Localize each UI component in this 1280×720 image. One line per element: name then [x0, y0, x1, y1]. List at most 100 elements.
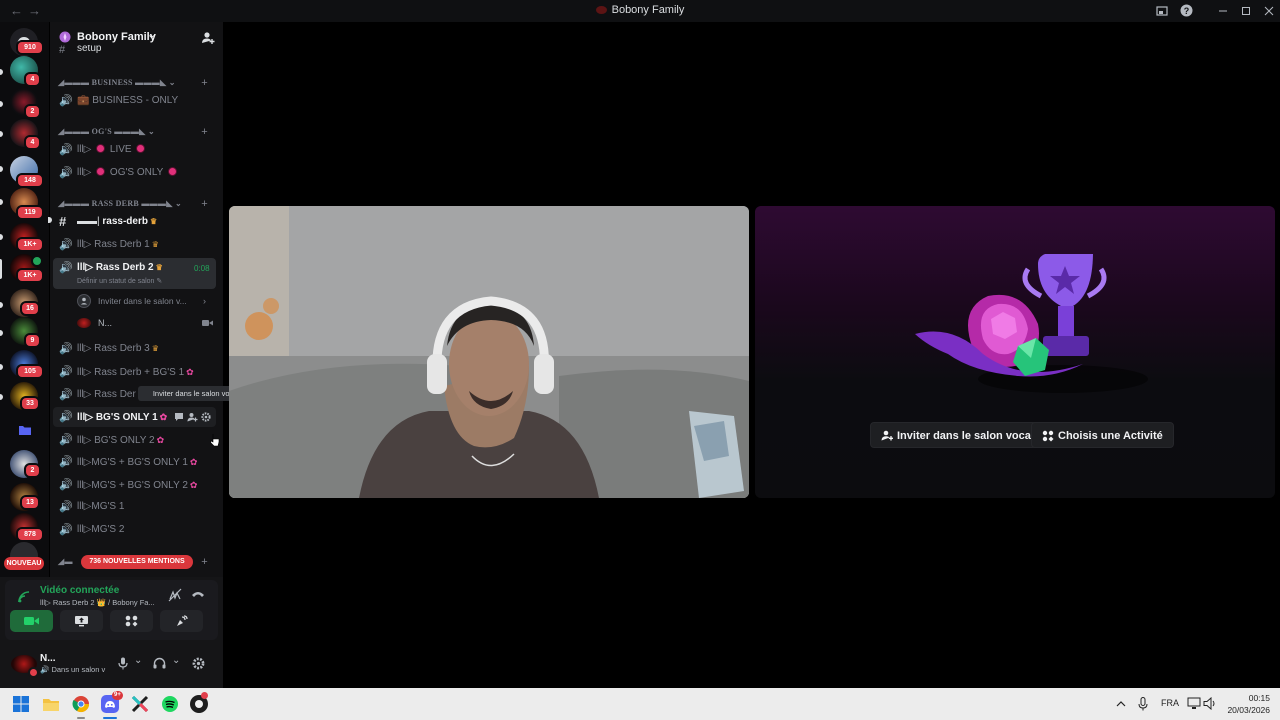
speaker-icon: 🔊	[59, 411, 73, 423]
file-explorer-icon[interactable]	[42, 696, 60, 712]
crown-icon: ♛	[151, 240, 159, 249]
voice-channel-rass-derb-2[interactable]: 🔊 lll▷ Rass Derb 2 ♛ 0:08 Définir un stat…	[53, 258, 216, 289]
dnd-status-icon	[28, 667, 39, 678]
user-panel: N... 🔊 Dans un salon v ⌄ ⌄	[5, 645, 218, 683]
speaker-icon: 🔊	[59, 434, 73, 446]
spotify-icon[interactable]	[161, 695, 179, 713]
voice-channel-rass-derb-3[interactable]: 🔊 lll▷ Rass Derb 3 ♛	[53, 339, 216, 359]
activities-icon	[1042, 430, 1054, 442]
app-logo-icon	[595, 6, 607, 14]
chevron-down-icon[interactable]: ⌄	[134, 655, 142, 666]
noise-suppression-icon[interactable]	[168, 588, 182, 602]
chevron-up-icon[interactable]	[1116, 699, 1126, 707]
speaker-icon: 🔊	[59, 239, 73, 251]
new-servers-pill[interactable]: NOUVEAU	[4, 557, 44, 570]
headphones-icon[interactable]	[153, 657, 166, 669]
chevron-down-icon[interactable]: ⌄	[172, 655, 180, 666]
voice-channel-mgs-2[interactable]: 🔊 lll▷MG'S 2	[53, 520, 216, 540]
gear-icon[interactable]	[192, 657, 205, 670]
screen-share-button[interactable]	[60, 610, 103, 632]
chat-icon[interactable]	[174, 412, 184, 422]
speaker-icon: 🔊	[59, 524, 73, 536]
chrome-icon[interactable]	[72, 695, 90, 713]
clock-date[interactable]: 20/03/2026	[1220, 705, 1270, 715]
microphone-icon[interactable]	[118, 657, 128, 670]
set-channel-status[interactable]: Définir un statut de salon ✎	[77, 277, 162, 285]
voice-member[interactable]: N...	[53, 313, 216, 333]
channel-label: rass-derb	[102, 216, 148, 227]
chevron-down-icon: ⌄	[147, 29, 157, 41]
add-channel-icon[interactable]: +	[201, 125, 208, 139]
channel-label: MG'S 1	[91, 501, 125, 512]
microphone-icon[interactable]	[1138, 697, 1148, 711]
disconnect-icon[interactable]	[191, 589, 205, 599]
voice-channel-live[interactable]: 🔊 lll▷ LIVE	[53, 140, 216, 160]
flower-icon: ✿	[189, 457, 198, 467]
channel-label: Rass Der	[94, 389, 136, 400]
choose-activity-button[interactable]: Choisis une Activité	[1031, 422, 1174, 448]
channel-label: BUSINESS - ONLY	[92, 95, 179, 106]
flower-icon: ✿	[156, 435, 165, 445]
add-member-icon	[881, 430, 893, 441]
capcut-icon[interactable]	[131, 695, 149, 713]
voice-channel-mgs-1[interactable]: 🔊 lll▷MG'S 1	[53, 497, 216, 517]
category-label: ◢▬▬▬ OG'S ▬▬▬◣	[58, 127, 146, 136]
text-channel-rass-derb[interactable]: # ▬▬| rass-derb ♛	[53, 212, 216, 232]
channel-label: MG'S + BG'S ONLY 1	[91, 457, 188, 468]
voice-channel-mgs-bgs-1[interactable]: 🔊 lll▷MG'S + BG'S ONLY 1 ✿	[53, 452, 216, 472]
voice-status: Vidéo connectée	[40, 585, 120, 596]
channel-label: BG'S ONLY 1	[95, 412, 158, 423]
voice-location[interactable]: lll▷ Rass Derb 2 👑 / Bobony Fa...	[40, 598, 155, 607]
invite-icon[interactable]	[187, 412, 198, 422]
inbox-icon[interactable]	[1156, 5, 1168, 17]
gear-icon[interactable]	[201, 412, 211, 422]
folder-icon[interactable]	[18, 424, 32, 436]
language-indicator[interactable]: FRA	[1161, 698, 1179, 708]
invite-icon	[77, 294, 91, 308]
username: N...	[40, 653, 56, 664]
maximize-icon[interactable]	[1240, 5, 1252, 17]
unread-badge: 16	[20, 301, 40, 316]
invite-to-voice-row[interactable]: Inviter dans le salon v... ›	[53, 291, 216, 311]
network-icon[interactable]	[1187, 697, 1201, 710]
help-icon[interactable]: ?	[1180, 4, 1193, 17]
add-channel-icon[interactable]: +	[201, 555, 208, 569]
channel-label: OG'S ONLY	[109, 167, 164, 178]
voice-channel-mgs-bgs-2[interactable]: 🔊 lll▷MG'S + BG'S ONLY 2 ✿	[53, 475, 216, 495]
voice-channel-ogs-only[interactable]: 🔊 lll▷ OG'S ONLY	[53, 163, 216, 183]
add-member-icon[interactable]	[201, 31, 215, 44]
channel-label: MG'S + BG'S ONLY 2	[91, 480, 188, 491]
title-bar: ← → Bobony Family ?	[0, 0, 1280, 22]
soundboard-button[interactable]	[160, 610, 203, 632]
voice-active-indicator	[31, 255, 43, 267]
activities-icon	[125, 615, 138, 627]
voice-channel-business-only[interactable]: 🔊 💼 BUSINESS - ONLY	[53, 91, 216, 111]
windows-start-icon[interactable]	[13, 696, 29, 712]
unread-badge: 9	[24, 333, 41, 348]
volume-icon[interactable]	[1203, 697, 1217, 710]
minimize-icon[interactable]	[1217, 5, 1229, 17]
unread-indicator	[48, 217, 52, 223]
activities-button[interactable]	[110, 610, 153, 632]
invite-to-voice-button[interactable]: Inviter dans le salon vocal	[870, 422, 1045, 448]
flower-icon: ✿	[159, 412, 168, 422]
voice-channel-rass-derb-1[interactable]: 🔊 lll▷ Rass Derb 1 ♛	[53, 235, 216, 255]
add-channel-icon[interactable]: +	[201, 76, 208, 90]
new-mentions-pill[interactable]: 736 NOUVELLES MENTIONS	[81, 555, 193, 569]
voice-channel-bgs-only-2[interactable]: 🔊 lll▷ BG'S ONLY 2 ✿	[53, 430, 216, 450]
camera-video-tile[interactable]	[229, 206, 749, 498]
camera-button[interactable]	[10, 610, 53, 632]
mouse-cursor-icon	[210, 434, 220, 447]
unread-badge: 148	[16, 173, 44, 188]
flower-icon: ✿	[186, 367, 194, 377]
voice-channel-bgs-only-1[interactable]: 🔊 lll▷ BG'S ONLY 1 ✿	[53, 407, 216, 427]
add-channel-icon[interactable]: +	[201, 197, 208, 211]
voice-channel-rass-derb-bgs-1[interactable]: 🔊 lll▷ Rass Derb + BG'S 1 ✿	[53, 362, 216, 382]
clock-time[interactable]: 00:15	[1220, 693, 1270, 703]
channel-item[interactable]: # setup	[53, 45, 216, 55]
signal-icon	[18, 591, 30, 603]
close-icon[interactable]	[1263, 5, 1275, 17]
category-ogs[interactable]: ◢▬▬▬ OG'S ▬▬▬◣ ⌄ +	[58, 125, 218, 139]
category-business[interactable]: ◢▬▬▬ BUSINESS ▬▬▬◣ ⌄ +	[58, 76, 218, 90]
category-rass-derb[interactable]: ◢▬▬▬ RASS DERB ▬▬▬◣ ⌄ +	[58, 197, 218, 211]
